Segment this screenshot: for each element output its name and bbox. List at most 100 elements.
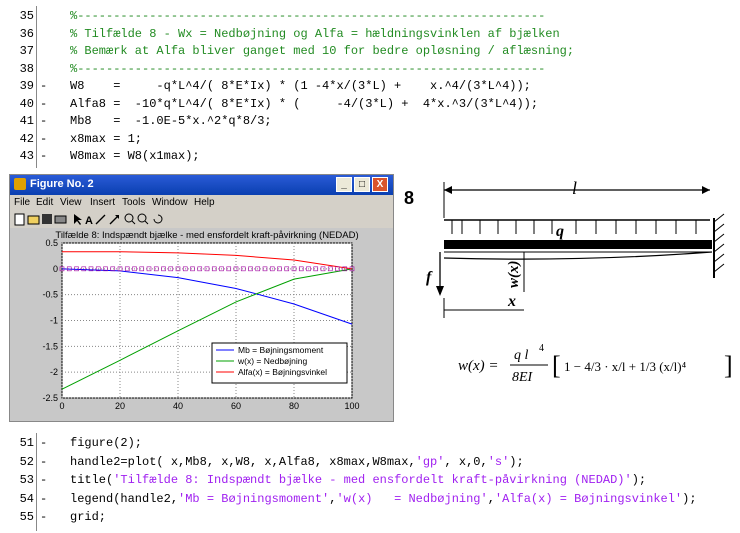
toolbar-A: A — [85, 215, 93, 227]
code-text: %---------------------------------------… — [70, 9, 546, 23]
code-line[interactable]: 38 %-------------------------------------… — [0, 61, 740, 78]
case-number: 8 — [404, 188, 414, 208]
matlab-icon — [14, 178, 26, 190]
y-tick-label: -0.5 — [42, 290, 58, 300]
code-line[interactable]: 35 %-------------------------------------… — [0, 8, 740, 25]
breakpoint-marker[interactable]: - — [40, 491, 52, 508]
zoom-out-icon[interactable] — [137, 213, 149, 225]
code-text: Mb8 = -1.0E-5*x.^2*q*8/3; — [70, 114, 272, 128]
y-tick-label: 0.5 — [45, 238, 58, 248]
breakpoint-marker[interactable] — [40, 8, 52, 25]
breakpoint-marker[interactable]: - — [40, 454, 52, 471]
load-arrows — [451, 220, 697, 234]
svg-text:[: [ — [552, 351, 561, 380]
code-line[interactable]: 53- title('Tilfælde 8: Indspændt bjælke -… — [0, 472, 740, 489]
minimize-button[interactable]: _ — [336, 177, 352, 192]
code-text: W8 = -q*L^4/( 8*E*Ix) * (1 -4*x/(3*L) + … — [70, 79, 531, 93]
code-line[interactable]: 36 % Tilfælde 8 - Wx = Nedbøjning og Alfa… — [0, 26, 740, 43]
y-tick-label: -2 — [50, 367, 58, 377]
line-number: 53 — [19, 473, 34, 487]
code-text: figure(2); — [70, 436, 143, 450]
line-number: 39 — [19, 79, 34, 93]
text-A-icon[interactable]: A — [85, 215, 93, 227]
code-line[interactable]: 41- Mb8 = -1.0E-5*x.^2*q*8/3; — [0, 113, 740, 130]
maximize-button[interactable]: □ — [354, 177, 370, 192]
menu-edit[interactable]: Edit — [36, 197, 53, 208]
code-line[interactable]: 43- W8max = W8(x1max); — [0, 148, 740, 165]
formula-bracket: 1 − 4/3 · x/l + 1/3 (x/l)⁴ — [564, 359, 687, 374]
deflected-curve — [443, 251, 713, 260]
arrow-line-icon[interactable] — [109, 215, 119, 225]
menu-insert[interactable]: Insert — [90, 197, 115, 208]
breakpoint-marker[interactable]: - — [40, 131, 52, 148]
y-tick-label: 0 — [53, 264, 58, 274]
y-tick-label: -2.5 — [42, 393, 58, 403]
x-tick-label: 40 — [173, 401, 183, 411]
formula-exponent: 4 — [539, 343, 544, 354]
line-number: 51 — [19, 436, 34, 450]
print-icon[interactable] — [54, 215, 67, 224]
breakpoint-marker[interactable]: - — [40, 96, 52, 113]
code-text: %---------------------------------------… — [70, 61, 546, 76]
line-number: 55 — [19, 510, 34, 524]
code-line[interactable]: 42- x8max = 1; — [0, 131, 740, 148]
chart-svg: Tilfælde 8: Indspændt bjælke - med ensfo… — [42, 230, 359, 411]
load-label: q — [556, 223, 564, 240]
open-icon[interactable] — [27, 215, 40, 225]
code-text: title('Tilfælde 8: Indspændt bjælke - me… — [70, 473, 647, 487]
code-line[interactable]: 51- figure(2); — [0, 435, 740, 452]
menu-window[interactable]: Window — [152, 197, 188, 208]
rotate-icon[interactable] — [153, 214, 163, 224]
deflection-label: w(x) — [506, 261, 522, 289]
code-line[interactable]: 55- grid; — [0, 509, 740, 526]
figure-window[interactable]: Figure No. 2 _ □ X File Edit View Insert… — [9, 174, 394, 422]
chart-title: Tilfælde 8: Indspændt bjælke - med ensfo… — [55, 230, 358, 241]
code-line[interactable]: 52- handle2=plot( x,Mb8, x,W8, x,Alfa8, x… — [0, 454, 740, 471]
code-text: handle2=plot( x,Mb8, x,W8, x,Alfa8, x8ma… — [70, 454, 524, 469]
breakpoint-marker[interactable]: - — [40, 78, 52, 95]
line-number: 35 — [19, 9, 34, 23]
x-tick-label: 20 — [115, 401, 125, 411]
breakpoint-marker[interactable] — [40, 43, 52, 60]
plot-area[interactable]: Tilfælde 8: Indspændt bjælke - med ensfo… — [10, 228, 393, 421]
zoom-in-icon[interactable] — [124, 213, 136, 225]
breakpoint-marker[interactable]: - — [40, 509, 52, 526]
y-tick-label: -1 — [50, 316, 58, 326]
editor-bottom[interactable]: 51- figure(2); 52- handle2=plot( x,Mb8, x,W… — [0, 433, 740, 531]
menu-help[interactable]: Help — [194, 197, 215, 208]
code-line[interactable]: 39- W8 = -q*L^4/( 8*E*Ix) * (1 -4*x/(3*L)… — [0, 78, 740, 95]
code-text: x8max = 1; — [70, 131, 143, 146]
menu-tools[interactable]: Tools — [122, 197, 145, 208]
breakpoint-marker[interactable] — [40, 61, 52, 78]
line-icon[interactable] — [95, 214, 106, 225]
code-text: Alfa8 = -10*q*L^4/( 8*E*Ix) * ( -4/(3*L)… — [70, 96, 539, 111]
breakpoint-marker[interactable]: - — [40, 435, 52, 452]
breakpoint-marker[interactable] — [40, 26, 52, 43]
new-icon[interactable] — [14, 213, 25, 226]
legend-label: Mb = Bøjningsmoment — [238, 345, 324, 355]
code-line[interactable]: 37 % Bemærk at Alfa bliver ganget med 10 … — [0, 43, 740, 60]
code-line[interactable]: 54- legend(handle2,'Mb = Bøjningsmoment',… — [0, 491, 740, 508]
save-icon[interactable] — [42, 214, 52, 224]
arrow-icon[interactable] — [74, 214, 82, 225]
code-text: grid; — [70, 510, 107, 524]
editor-top[interactable]: 35 %-------------------------------------… — [0, 6, 740, 168]
line-number: 41 — [19, 114, 34, 128]
x-label: x — [507, 293, 516, 310]
breakpoint-marker[interactable]: - — [40, 113, 52, 130]
menu-file[interactable]: File — [14, 197, 30, 208]
breakpoint-marker[interactable]: - — [40, 148, 52, 165]
f-label: f — [426, 269, 433, 286]
svg-text:]: ] — [724, 351, 733, 380]
close-button[interactable]: X — [372, 177, 388, 192]
figure-menubar: File Edit View Insert Tools Window Help — [10, 195, 393, 211]
line-number: 37 — [19, 44, 34, 58]
formula-numerator: q l — [514, 348, 529, 363]
line-number: 43 — [19, 149, 34, 163]
menu-view[interactable]: View — [60, 197, 82, 208]
code-line[interactable]: 40- Alfa8 = -10*q*L^4/( 8*E*Ix) * ( -4/(3… — [0, 96, 740, 113]
x-tick-label: 100 — [344, 401, 359, 411]
breakpoint-marker[interactable]: - — [40, 472, 52, 489]
x-tick-label: 0 — [59, 401, 64, 411]
figure-titlebar[interactable]: Figure No. 2 _ □ X — [10, 175, 393, 195]
